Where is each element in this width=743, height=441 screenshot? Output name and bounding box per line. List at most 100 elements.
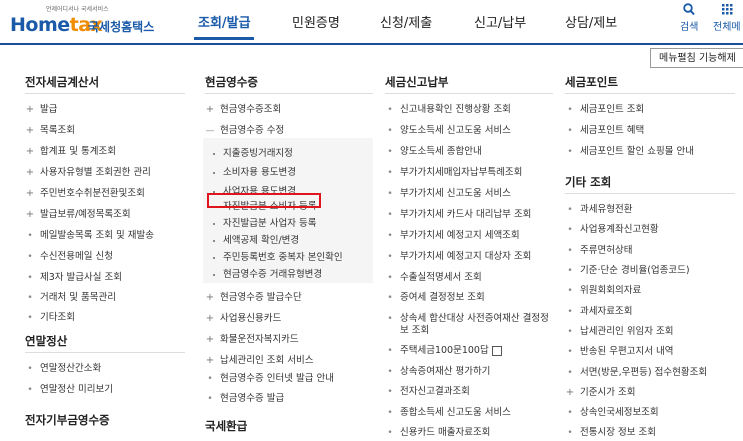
bullet-icon: •	[387, 189, 393, 199]
menu-item[interactable]: • 메일발송목록 조회 및 재발송	[25, 229, 154, 243]
nav-consult-report[interactable]: 상담/제보	[565, 12, 617, 31]
menu-item[interactable]: • 현금영수증 인터넷 발급 안내	[205, 372, 334, 386]
all-menu-label: 전체메	[713, 22, 741, 33]
nav-inquiry-issue[interactable]: 조회/발급	[198, 12, 251, 31]
bullet-icon: •	[387, 231, 393, 241]
menu-item-label: 거래처 및 품목관리	[40, 292, 116, 303]
menu-item[interactable]: • 과세자료조회	[565, 305, 632, 319]
bullet-icon: •	[27, 231, 33, 241]
menu-item[interactable]: • 사업용계좌신고현황	[565, 223, 658, 237]
submenu-item[interactable]: 주민등록번호 중복자 본인확인	[213, 249, 343, 263]
section-title-other-inquiry: 기타 조회	[565, 175, 612, 189]
menu-item[interactable]: • 증여세 결정정보 조회	[385, 291, 484, 305]
menu-item-label: 기준시가 조회	[580, 387, 636, 398]
bullet-icon: •	[567, 428, 573, 438]
bullet-icon: •	[387, 367, 393, 377]
all-menu-button[interactable]: 전체메	[713, 3, 741, 33]
menu-item-label: 상속증여재산 평가하기	[400, 366, 491, 377]
active-nav-underline	[194, 37, 254, 40]
submenu-item[interactable]: 세액공제 확인/변경	[213, 232, 299, 246]
menu-item[interactable]: + 목록조회	[25, 124, 75, 137]
menu-item[interactable]: • 과세유형전환	[565, 203, 632, 217]
submenu-item[interactable]: 소비자용 용도변경	[213, 164, 296, 178]
menu-item[interactable]: • 연말정산간소화	[25, 362, 101, 376]
menu-item[interactable]: + 화물운전자복지카드	[205, 333, 299, 346]
menu-item-label: 세금포인트 할인 쇼핑몰 안내	[580, 146, 694, 157]
plus-icon: +	[565, 387, 575, 398]
menu-item[interactable]: • 부가가치세 예정고지 세액조회	[385, 229, 519, 243]
menu-item[interactable]: + 주민번호수취분전환및조회	[25, 187, 145, 200]
menu-item[interactable]: + 사용자유형별 조회권한 관리	[25, 166, 151, 179]
menu-item-label: 현금영수증 발급수단	[220, 292, 302, 303]
menu-item[interactable]: • 전통시장 정보 조회	[565, 426, 656, 440]
plus-icon: +	[205, 104, 215, 115]
menu-item[interactable]: + 납세관리인 조회 서비스	[205, 354, 314, 367]
bullet-icon: •	[567, 246, 573, 256]
menu-item[interactable]: + 기준시가 조회	[565, 386, 636, 399]
menu-item[interactable]: • 양도소득세 종합안내	[385, 145, 481, 159]
bullet-icon: •	[387, 346, 393, 356]
bullet-icon: •	[387, 168, 393, 178]
plus-icon: +	[25, 167, 35, 178]
menu-item[interactable]: • 상속인국세정보조회	[565, 406, 658, 420]
menu-toggle-button[interactable]: 메뉴펼침 기능해제	[650, 48, 743, 68]
menu-item[interactable]: • 부가가치세 카드사 대리납부 조회	[385, 208, 531, 222]
menu-item[interactable]: • 서면(방문,우편등) 접수현황조회	[565, 366, 707, 380]
section-divider	[25, 352, 185, 353]
menu-item[interactable]: • 양도소득세 신고도움 서비스	[385, 124, 511, 138]
menu-item-label: 메일발송목록 조회 및 재발송	[40, 230, 154, 241]
menu-item[interactable]: • 부가가치세 신고도움 서비스	[385, 187, 511, 201]
submenu-item[interactable]: 지출증빙거래지정	[213, 145, 293, 159]
logo-tagline: 언제어디서나 국세서비스	[46, 6, 109, 13]
menu-item[interactable]: • 세금포인트 혜택	[565, 124, 644, 138]
submenu-item-label: 지출증빙거래지정	[223, 148, 293, 159]
menu-item[interactable]: + 발급	[25, 103, 58, 116]
bullet-icon	[213, 239, 215, 242]
bullet-icon: •	[387, 252, 393, 262]
menu-item[interactable]: + 현금영수증 발급수단	[205, 291, 302, 304]
menu-item[interactable]: • 제3자 발급사실 조회	[25, 271, 122, 285]
menu-item-label: 양도소득세 신고도움 서비스	[400, 125, 511, 136]
menu-item-expanded[interactable]: — 현금영수증 수정	[205, 124, 285, 138]
submenu-item[interactable]: 자진발급분 사업자 등록	[213, 215, 316, 229]
menu-item[interactable]: • 신고내용확인 진행상황 조회	[385, 103, 511, 117]
menu-item[interactable]: • 기타조회	[25, 311, 75, 325]
menu-item[interactable]: • 주류면허상태	[565, 244, 632, 258]
menu-item[interactable]: • 수출실적명세서 조회	[385, 271, 481, 285]
menu-item-continued[interactable]: 보 조회	[385, 324, 429, 337]
menu-item[interactable]: + 발급보류/예정목록조회	[25, 208, 131, 221]
bullet-icon: •	[207, 374, 213, 384]
menu-item[interactable]: • 납세관리인 위임자 조회	[565, 325, 673, 339]
menu-item[interactable]: • 세금포인트 할인 쇼핑몰 안내	[565, 145, 694, 159]
nav-certificates[interactable]: 민원증명	[292, 12, 340, 31]
nav-apply-submit[interactable]: 신청/제출	[380, 12, 432, 31]
search-button[interactable]: 검색	[680, 3, 698, 33]
menu-item[interactable]: • 주택세금100문100답	[385, 344, 502, 358]
menu-item[interactable]: • 위원회회의자료	[565, 284, 641, 298]
menu-item[interactable]: + 사업용신용카드	[205, 312, 281, 325]
menu-item[interactable]: • 연말정산 미리보기	[25, 383, 113, 397]
section-divider	[205, 93, 373, 94]
menu-item[interactable]: • 기준·단순 경비율(업종코드)	[565, 264, 689, 278]
menu-item[interactable]: • 현금영수증 발급	[205, 392, 284, 406]
menu-item[interactable]: • 반송된 우편고지서 내역	[565, 345, 673, 359]
logo-home: Home	[10, 14, 70, 36]
menu-item[interactable]: • 부가가치세매입자납부특례조회	[385, 166, 522, 180]
menu-item[interactable]: • 세금포인트 조회	[565, 103, 644, 117]
menu-item[interactable]: • 전자신고결과조회	[385, 385, 470, 399]
menu-item[interactable]: • 종합소득세 신고도움 서비스	[385, 406, 511, 420]
bullet-icon	[213, 273, 215, 276]
section-title-e-donation-receipt: 전자기부금영수증	[25, 413, 110, 427]
menu-item[interactable]: • 부가가치세 예정고지 대상자 조회	[385, 250, 531, 264]
menu-item[interactable]: + 합계표 및 통계조회	[25, 145, 116, 158]
menu-item[interactable]: + 현금영수증조회	[205, 103, 281, 116]
bullet-icon: •	[567, 266, 573, 276]
bullet-icon: •	[567, 327, 573, 337]
menu-item[interactable]: • 수신전용메일 신청	[25, 250, 113, 264]
menu-item[interactable]: • 신용카드 매출자료조회	[385, 426, 490, 440]
menu-item-label: 세금포인트 조회	[580, 104, 645, 115]
menu-item[interactable]: • 거래처 및 품목관리	[25, 291, 116, 305]
submenu-item[interactable]: 현금영수증 거래유형변경	[213, 266, 322, 280]
nav-report-pay[interactable]: 신고/납부	[474, 12, 526, 31]
menu-item[interactable]: • 상속증여재산 평가하기	[385, 365, 490, 379]
